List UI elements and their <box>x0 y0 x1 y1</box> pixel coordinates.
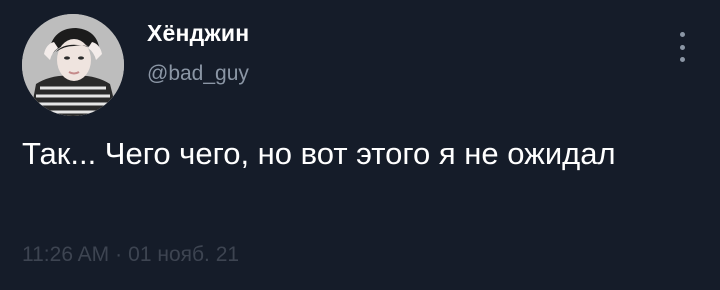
menu-dot <box>679 32 685 37</box>
tweet-date[interactable]: 01 нояб. 21 <box>128 243 239 266</box>
menu-dot <box>679 57 685 62</box>
display-name[interactable]: Хёнджин <box>147 18 249 48</box>
meta-separator: · <box>115 243 123 266</box>
tweet-text: Так... Чего чего, но вот этого я не ожид… <box>22 136 616 171</box>
tweet-metadata: 11:26 AM · 01 нояб. 21 <box>22 240 239 270</box>
avatar-image <box>22 14 124 116</box>
avatar[interactable] <box>22 14 124 116</box>
user-handle[interactable]: @bad_guy <box>147 60 249 88</box>
more-options-icon[interactable] <box>674 30 690 64</box>
tweet-time[interactable]: 11:26 AM <box>22 243 109 266</box>
tweet-card: Хёнджин @bad_guy Так... Чего чего, но во… <box>0 0 720 290</box>
menu-dot <box>679 44 685 50</box>
